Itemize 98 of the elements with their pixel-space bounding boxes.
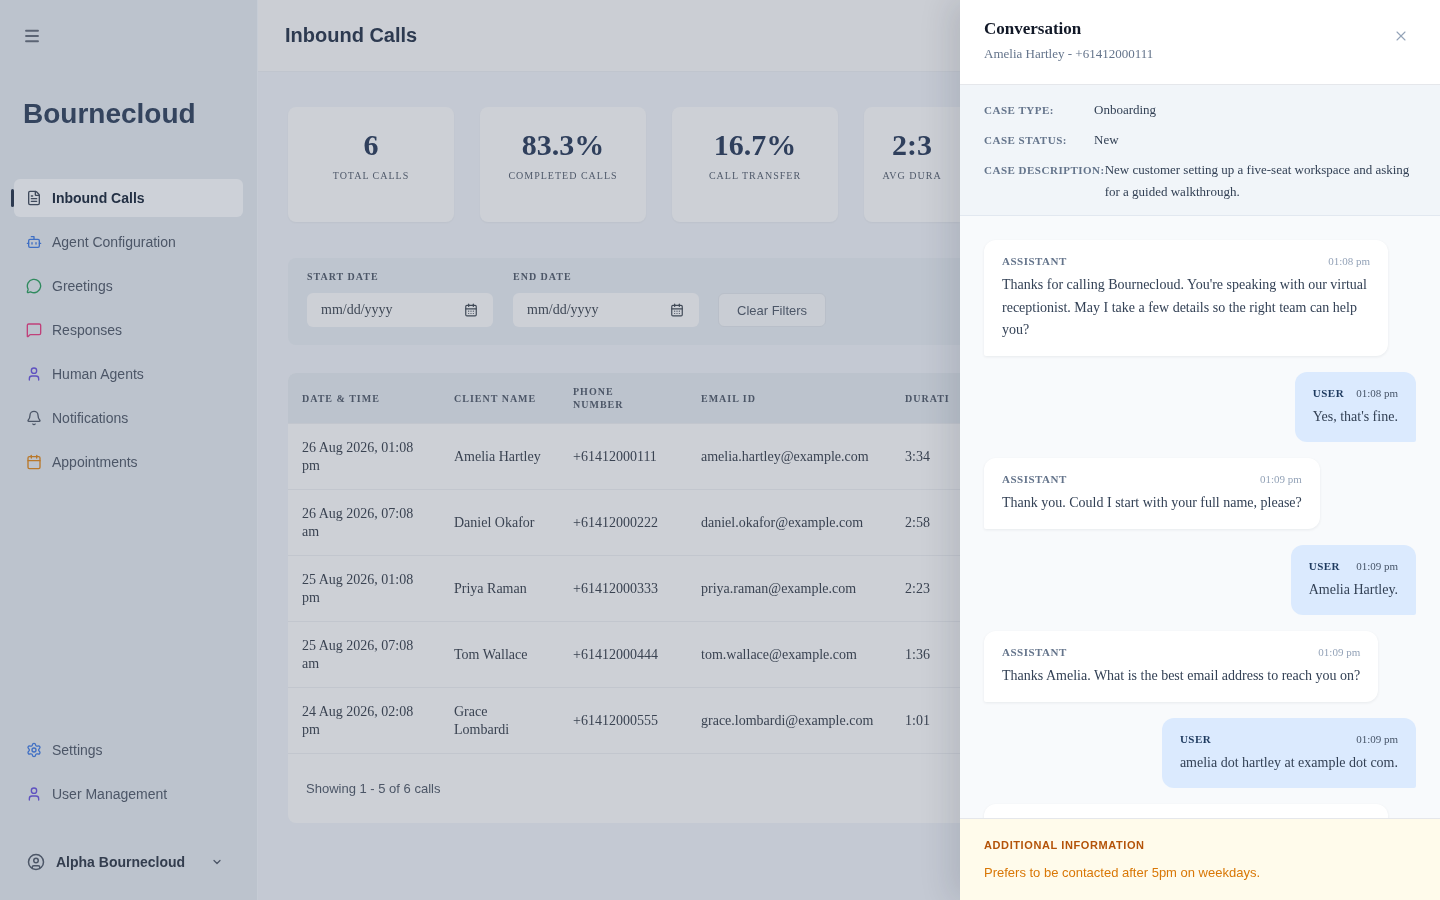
document-icon <box>26 190 42 206</box>
pagination-summary: Showing 1 - 5 of 6 calls <box>306 781 441 796</box>
sidebar-item[interactable]: Notifications <box>14 399 243 437</box>
page-title: Inbound Calls <box>285 24 418 47</box>
menu-button[interactable] <box>23 27 41 45</box>
field-label: CASE DESCRIPTION: <box>984 164 1105 176</box>
message-text: amelia dot hartley at example dot com. <box>1179 753 1398 772</box>
field-label: CASE STATUS: <box>984 134 1068 146</box>
table-cell: 1:01 <box>905 711 930 730</box>
message-text: Thank you. Could I start with your full name, please? <box>1002 494 1302 512</box>
field-value: New <box>1094 131 1119 149</box>
table-cell: tom.wallace@example.com <box>701 645 857 664</box>
panel-title: Conversation <box>984 18 1082 40</box>
message-time: 01:08 pm <box>1328 254 1370 268</box>
sidebar-item[interactable]: User Management <box>14 775 243 813</box>
table-cell: 2:23 <box>905 579 930 598</box>
calendar-icon <box>670 303 684 317</box>
table-cell-text: 25 Aug 2026, 01:08 pm <box>302 570 415 607</box>
date-field[interactable]: mm/dd/yyyy <box>307 293 493 327</box>
date-field[interactable]: mm/dd/yyyy <box>513 293 699 327</box>
table-cell: +61412000555 <box>573 711 658 730</box>
field-value: New customer setting up a five-seat workspace and asking for a guided walkthrough. <box>1104 161 1411 201</box>
message-time: 01:09 pm <box>1318 645 1361 659</box>
sidebar-item[interactable]: Greetings <box>14 267 243 305</box>
field-label: START DATE <box>307 270 379 283</box>
stat-label: COMPLETED CALLS <box>508 169 618 183</box>
table-cell-text: 26 Aug 2026, 07:08 am <box>302 504 415 541</box>
message-role: ASSISTANT <box>1002 254 1067 268</box>
message-time: 01:08 pm <box>1356 385 1398 400</box>
panel-subtitle: Amelia Hartley - +61412000111 <box>984 45 1154 63</box>
person-icon <box>26 366 42 382</box>
table-cell-text: 24 Aug 2026, 02:08 pm <box>302 702 415 739</box>
settings-icon <box>26 742 42 758</box>
message-role: USER <box>1179 731 1212 746</box>
table-cell: Tom Wallace <box>454 645 528 664</box>
column-header: DURATI <box>905 391 950 405</box>
column-header: EMAIL ID <box>701 391 756 405</box>
person-icon <box>26 786 42 802</box>
table-cell: grace.lombardi@example.com <box>701 711 874 730</box>
message-text: Yes, that's fine. <box>1312 407 1398 426</box>
message-role: USER <box>1308 558 1341 573</box>
table-cell: daniel.okafor@example.com <box>701 513 864 532</box>
section-title: ADDITIONAL INFORMATION <box>984 838 1145 852</box>
message-role: ASSISTANT <box>1002 472 1067 486</box>
table-cell: +61412000444 <box>573 645 658 664</box>
table-cell-text: 25 Aug 2026, 07:08 am <box>302 636 415 673</box>
field-label: END DATE <box>513 270 572 283</box>
sidebar-item[interactable]: Settings <box>14 731 243 769</box>
table-cell: Amelia Hartley <box>454 447 541 466</box>
table-cell: 1:36 <box>905 645 930 664</box>
message-time: 01:09 pm <box>1356 558 1398 573</box>
table-cell: +61412000333 <box>573 579 658 598</box>
stat-value: 2:3 <box>892 127 932 163</box>
column-header: PHONE NUMBER <box>573 385 625 411</box>
active-indicator <box>11 189 14 207</box>
sidebar-item[interactable]: Human Agents <box>14 355 243 393</box>
account-button[interactable]: Alpha Bournecloud <box>0 842 257 882</box>
table-cell: +61412000111 <box>573 447 657 466</box>
message-time: 01:09 pm <box>1259 472 1302 486</box>
calendar-icon <box>464 303 478 317</box>
info-text: Prefers to be contacted after 5pm on weekdays. <box>984 864 1261 882</box>
table-cell: 2:58 <box>905 513 930 532</box>
stat-value: 6 <box>363 127 379 163</box>
message-text: Thanks Amelia. What is the best email address to reach you on? <box>1002 667 1361 685</box>
stat-label: CALL TRANSFER <box>708 169 802 183</box>
sidebar-item[interactable]: Agent Configuration <box>14 223 243 261</box>
stat-value: 83.3% <box>521 127 605 163</box>
clear-filters-button[interactable]: Clear Filters <box>718 293 827 327</box>
table-cell-text: Grace Lombardi <box>454 702 511 739</box>
robot-icon <box>26 234 42 250</box>
message-time: 01:09 pm <box>1356 731 1398 746</box>
message-role: USER <box>1312 385 1345 400</box>
column-header: CLIENT NAME <box>454 391 537 405</box>
message-text: Thanks for calling Bournecloud. You're speaking with our virtual receptionist. May I take a few details so the right team can help you? <box>1002 276 1368 339</box>
menu-icon <box>23 27 41 45</box>
sidebar-item[interactable]: Inbound Calls <box>14 179 243 217</box>
sidebar-item[interactable]: Responses <box>14 311 243 349</box>
message-role: ASSISTANT <box>1002 645 1067 659</box>
bell-icon <box>26 410 42 426</box>
field-label: CASE TYPE: <box>984 104 1055 116</box>
calendar-icon <box>26 454 42 470</box>
column-header: DATE & TIME <box>302 391 380 405</box>
stat-label: TOTAL CALLS <box>332 169 410 183</box>
table-cell: amelia.hartley@example.com <box>701 447 869 466</box>
table-cell: Daniel Okafor <box>454 513 535 532</box>
table-cell: 3:34 <box>905 447 930 466</box>
table-cell: priya.raman@example.com <box>701 579 857 598</box>
chat-bubble-icon <box>26 278 42 294</box>
field-value: Onboarding <box>1094 101 1157 119</box>
brand-name: Bournecloud <box>23 97 196 131</box>
sidebar-item[interactable]: Appointments <box>14 443 243 481</box>
message-text: Amelia Hartley. <box>1308 580 1398 599</box>
table-cell: +61412000222 <box>573 513 658 532</box>
stat-label: AVG DURA <box>882 169 942 183</box>
table-cell-text: 26 Aug 2026, 01:08 pm <box>302 438 415 475</box>
avatar-icon <box>27 853 45 871</box>
stat-value: 16.7% <box>713 127 797 163</box>
table-cell: Priya Raman <box>454 579 527 598</box>
